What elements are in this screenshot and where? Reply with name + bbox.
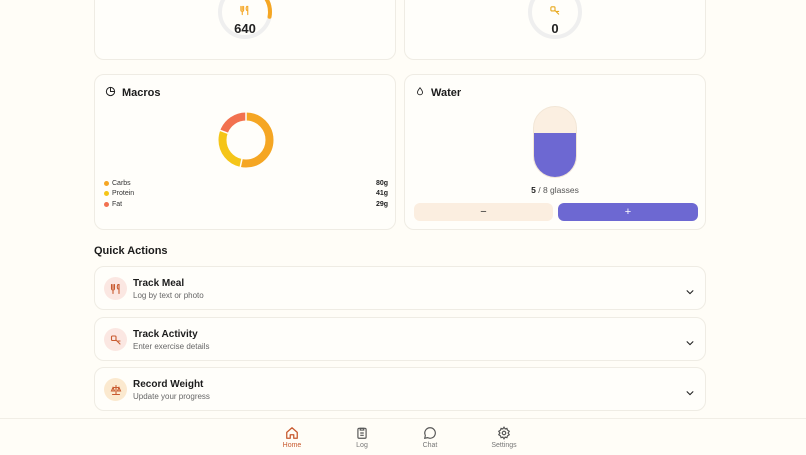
scale-icon bbox=[104, 378, 127, 401]
chat-icon bbox=[424, 427, 436, 439]
chevron-down-icon[interactable] bbox=[685, 335, 695, 353]
legend-value: 80g bbox=[375, 179, 388, 187]
macros-donut bbox=[218, 111, 274, 169]
legend-value: 41g bbox=[375, 190, 388, 198]
carbs-dot bbox=[104, 180, 109, 186]
record-weight-action[interactable]: Record Weight Update your progress bbox=[94, 367, 706, 411]
utensils-icon bbox=[104, 277, 127, 300]
pie-chart-icon bbox=[105, 86, 116, 100]
activity-icon bbox=[550, 5, 561, 19]
action-subtitle: Log by text or photo bbox=[133, 291, 204, 300]
water-fill bbox=[534, 133, 576, 177]
calories-card: 640 bbox=[94, 0, 396, 60]
droplet-icon bbox=[415, 86, 425, 100]
legend-row-carbs: Carbs 80g bbox=[104, 178, 388, 189]
burned-value: 0 bbox=[551, 21, 559, 36]
bottom-nav: Home Log Chat Settings bbox=[0, 418, 806, 455]
macros-title: Macros bbox=[122, 87, 161, 99]
activity-icon bbox=[104, 328, 127, 351]
legend-name: Protein bbox=[112, 190, 135, 198]
legend-row-fat: Fat 29g bbox=[104, 199, 388, 210]
calories-value: 640 bbox=[234, 21, 256, 36]
legend-value: 29g bbox=[375, 200, 388, 208]
nav-label: Chat bbox=[422, 442, 438, 449]
legend-name: Carbs bbox=[112, 179, 131, 187]
macros-card: Macros Carbs 80g Protein 41g Fat 29g bbox=[94, 74, 396, 230]
home-icon bbox=[286, 427, 298, 439]
water-count: 5 / 8 glasses bbox=[405, 185, 705, 195]
utensils-icon bbox=[240, 5, 251, 19]
macros-header: Macros bbox=[105, 86, 161, 100]
water-increase-button[interactable]: + bbox=[558, 203, 698, 221]
water-card: Water 5 / 8 glasses − + bbox=[404, 74, 706, 230]
action-subtitle: Enter exercise details bbox=[133, 342, 210, 351]
nav-label: Home bbox=[282, 442, 302, 449]
track-activity-action[interactable]: Track Activity Enter exercise details bbox=[94, 317, 706, 361]
track-meal-action[interactable]: Track Meal Log by text or photo bbox=[94, 266, 706, 310]
nav-label: Log bbox=[356, 442, 368, 449]
protein-dot bbox=[104, 191, 109, 197]
nav-chat[interactable]: Chat bbox=[405, 426, 455, 449]
water-decrease-button[interactable]: − bbox=[414, 203, 553, 221]
clipboard-icon bbox=[357, 427, 367, 439]
nav-label: Settings bbox=[491, 442, 517, 449]
nav-log[interactable]: Log bbox=[337, 426, 387, 449]
action-title: Track Meal bbox=[133, 278, 185, 289]
legend-name: Fat bbox=[112, 200, 123, 208]
activity-card: 0 bbox=[404, 0, 706, 60]
nav-home[interactable]: Home bbox=[267, 426, 317, 449]
chevron-down-icon[interactable] bbox=[685, 284, 695, 302]
legend-row-protein: Protein 41g bbox=[104, 189, 388, 200]
fat-dot bbox=[104, 201, 109, 207]
action-subtitle: Update your progress bbox=[133, 392, 210, 401]
nav-settings[interactable]: Settings bbox=[479, 426, 529, 449]
chevron-down-icon[interactable] bbox=[685, 385, 695, 403]
action-title: Track Activity bbox=[133, 329, 198, 340]
water-header: Water bbox=[415, 86, 461, 100]
action-title: Record Weight bbox=[133, 379, 204, 390]
water-bottle bbox=[533, 106, 577, 178]
water-title: Water bbox=[431, 87, 462, 99]
gear-icon bbox=[497, 426, 511, 440]
quick-actions-title: Quick Actions bbox=[94, 245, 168, 257]
macros-legend: Carbs 80g Protein 41g Fat 29g bbox=[104, 178, 388, 210]
water-goal: / 8 glasses bbox=[535, 185, 579, 195]
